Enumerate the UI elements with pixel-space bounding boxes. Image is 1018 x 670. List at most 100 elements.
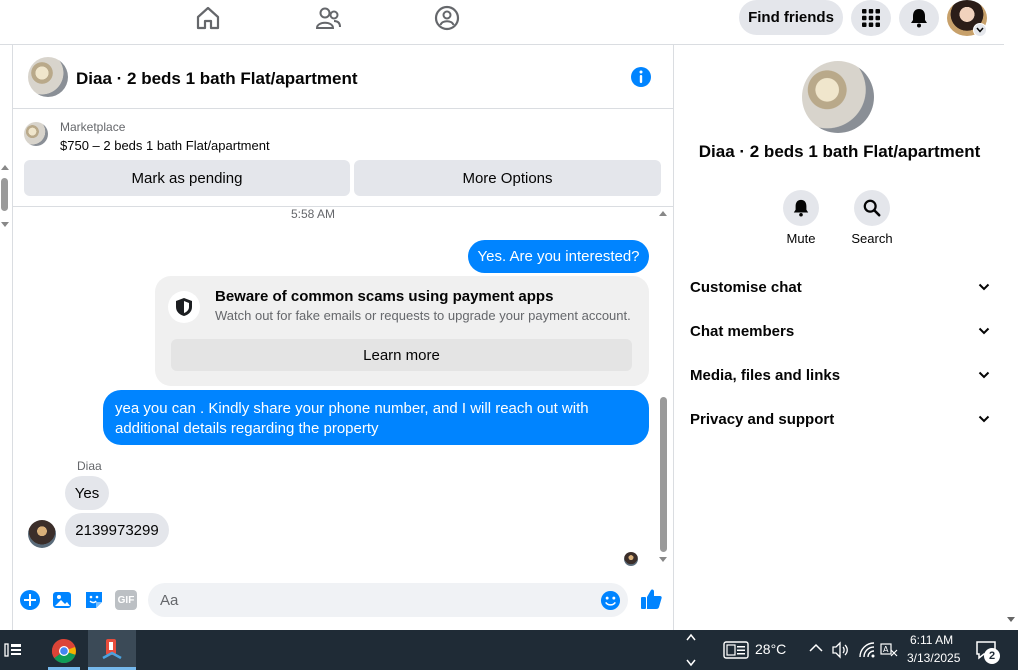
chevron-down-icon [978, 327, 990, 335]
chevron-down-icon [976, 27, 984, 33]
info-icon[interactable] [630, 66, 652, 88]
message-text-line: additional details regarding the propert… [115, 420, 379, 437]
scam-warning-body: Watch out for fake emails or requests to… [215, 308, 631, 323]
learn-more-label: Learn more [363, 346, 440, 364]
scam-warning-title: Beware of common scams using payment app… [215, 288, 554, 305]
row-label: Chat members [690, 322, 795, 340]
marketplace-label: Marketplace [60, 120, 126, 134]
message-text: Yes [74, 484, 100, 502]
message-text: 2139973299 [75, 521, 159, 539]
chrome-taskbar-button[interactable] [42, 630, 86, 670]
bell-icon [793, 199, 809, 217]
gif-label: GIF [117, 594, 135, 606]
task-view-icon[interactable] [4, 641, 22, 659]
chat-title[interactable]: Diaa · 2 beds 1 bath Flat/apartment [76, 69, 358, 89]
incoming-message[interactable]: Yes [65, 476, 109, 510]
bell-icon [911, 9, 927, 28]
ime-icon[interactable]: A [880, 641, 898, 659]
chevron-down-icon [978, 415, 990, 423]
scroll-up-arrow[interactable] [1, 165, 9, 170]
chat-scroll-down-arrow[interactable] [659, 557, 667, 562]
top-navigation-bar: Find friends [0, 0, 1004, 45]
outgoing-message[interactable]: yea you can . Kindly share your phone nu… [103, 390, 649, 445]
mute-label: Mute [786, 231, 816, 246]
more-options-button[interactable]: More Options [354, 160, 661, 196]
gif-icon[interactable]: GIF [115, 590, 137, 610]
read-receipt-avatar [624, 552, 638, 566]
account-menu-chevron[interactable] [973, 23, 987, 37]
volume-icon[interactable] [831, 641, 849, 659]
listing-profile-photo[interactable] [802, 61, 874, 133]
customise-chat-row[interactable]: Customise chat [690, 272, 990, 302]
apps-menu-button[interactable] [851, 0, 891, 36]
notification-count: 2 [988, 650, 996, 662]
media-files-links-row[interactable]: Media, files and links [690, 360, 990, 390]
thumbs-up-icon[interactable] [639, 587, 663, 611]
chat-panel: Diaa · 2 beds 1 bath Flat/apartment Mark… [12, 45, 674, 630]
message-timestamp: 5:58 AM [290, 207, 335, 221]
sender-name: Diaa [77, 459, 102, 473]
listing-avatar[interactable] [28, 57, 68, 97]
listing-thumbnail[interactable] [24, 122, 48, 146]
outgoing-message[interactable]: Yes. Are you interested? [468, 240, 649, 273]
windows-taskbar: 28°C A 6:11 AM 3/13/2025 2 [0, 630, 1018, 670]
listing-title[interactable]: $750 – 2 beds 1 bath Flat/apartment [60, 138, 270, 153]
chat-scroll-up-arrow[interactable] [659, 211, 667, 216]
search-label: Search [851, 231, 893, 246]
mark-as-pending-button[interactable]: Mark as pending [24, 160, 350, 196]
scam-warning-card: Beware of common scams using payment app… [155, 276, 649, 386]
notifications-button[interactable] [899, 0, 939, 36]
search-icon [863, 199, 881, 217]
message-input-placeholder: Aa [160, 592, 179, 609]
shield-icon-wrap [168, 291, 200, 323]
sender-avatar[interactable] [28, 520, 56, 548]
mute-button[interactable] [783, 190, 819, 226]
network-icon[interactable] [858, 641, 876, 659]
scroll-thumb[interactable] [1, 178, 8, 211]
app-taskbar-button[interactable] [88, 630, 136, 670]
conversation-details-panel: Diaa · 2 beds 1 bath Flat/apartment Mute… [675, 45, 1004, 630]
chevron-down-icon [978, 371, 990, 379]
mark-as-pending-label: Mark as pending [131, 169, 243, 187]
weather-widget-icon[interactable] [723, 641, 749, 659]
row-label: Privacy and support [690, 410, 835, 428]
home-icon[interactable] [194, 4, 222, 32]
plus-icon[interactable] [19, 589, 41, 611]
clock-time[interactable]: 6:11 AM [910, 633, 953, 647]
chevron-up-icon[interactable] [809, 643, 823, 653]
shield-icon [176, 298, 192, 316]
photo-icon[interactable] [51, 589, 73, 611]
apps-grid-icon [862, 9, 880, 27]
details-title: Diaa · 2 beds 1 bath Flat/apartment [698, 142, 981, 161]
message-text: Yes. Are you interested? [477, 248, 640, 265]
app-icon [102, 639, 122, 660]
message-composer: GIF Aa [12, 580, 674, 620]
scroll-down-arrow[interactable] [1, 222, 9, 227]
sticker-icon[interactable] [83, 589, 105, 611]
chat-members-row[interactable]: Chat members [690, 316, 990, 346]
groups-icon[interactable] [433, 4, 461, 32]
row-label: Media, files and links [690, 366, 841, 384]
chat-header: Diaa · 2 beds 1 bath Flat/apartment [13, 45, 673, 109]
notification-count-badge: 2 [984, 648, 1000, 664]
chat-scroll-thumb[interactable] [660, 397, 667, 552]
row-label: Customise chat [690, 278, 802, 296]
page-scrollbar[interactable] [1004, 0, 1018, 630]
emoji-icon[interactable] [600, 590, 621, 611]
friends-icon[interactable] [314, 4, 342, 32]
marketplace-listing-banner: Marketplace $750 – 2 beds 1 bath Flat/ap… [13, 110, 673, 207]
clock-date[interactable]: 3/13/2025 [907, 651, 960, 665]
search-button[interactable] [854, 190, 890, 226]
chevron-down-icon [978, 283, 990, 291]
temperature[interactable]: 28°C [755, 641, 786, 657]
taskbar-scroll-arrows[interactable] [685, 632, 697, 668]
chrome-icon [51, 638, 76, 664]
message-input[interactable]: Aa [148, 583, 628, 617]
more-options-label: More Options [462, 169, 553, 187]
learn-more-button[interactable]: Learn more [171, 339, 632, 371]
find-friends-button[interactable]: Find friends [739, 0, 843, 35]
page-scroll-down-arrow[interactable] [1007, 617, 1015, 622]
incoming-message[interactable]: 2139973299 [65, 513, 169, 547]
page-scroll-strip[interactable] [0, 160, 10, 230]
privacy-support-row[interactable]: Privacy and support [690, 404, 990, 434]
